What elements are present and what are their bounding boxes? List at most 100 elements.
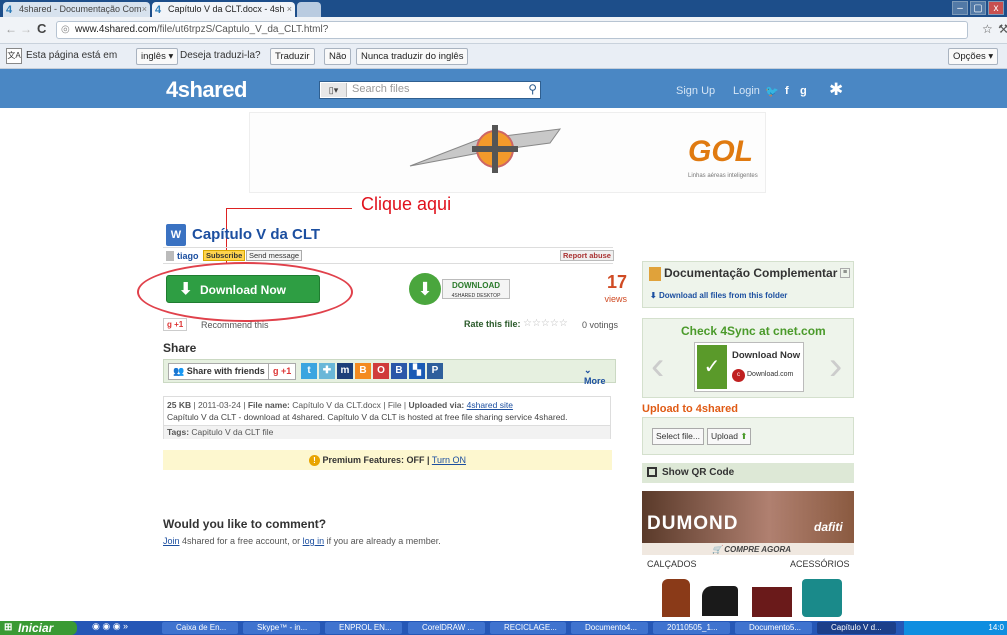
airplane-icon — [409, 125, 562, 173]
callout-text: Clique aqui — [361, 194, 452, 214]
bookmark-icon[interactable]: ✚ — [319, 363, 335, 379]
taskbar-item[interactable]: ENPROL EN... — [325, 622, 402, 634]
report-abuse-button[interactable]: Report abuse — [560, 250, 614, 261]
dafiti-logo: dafiti — [814, 520, 843, 534]
tags-label: Tags: — [167, 427, 190, 437]
orkut-icon[interactable]: O — [373, 363, 389, 379]
uploaded-via-link[interactable]: 4shared site — [467, 400, 513, 410]
language-select[interactable]: inglês ▾ — [136, 48, 179, 65]
language-value: inglês — [141, 51, 166, 62]
folder-title[interactable]: Documentação Complementar — [664, 266, 837, 280]
start-button[interactable]: ⊞ Iniciar — [0, 621, 77, 635]
folder-icon — [649, 267, 661, 281]
download-desktop-button[interactable]: ⬇ DOWNLOAD 4SHARED DESKTOP — [409, 273, 510, 307]
no-button[interactable]: Não — [324, 48, 352, 65]
premium-bar: ! Premium Features: OFF | Turn ON — [163, 450, 612, 470]
blogspot-icon[interactable]: B — [391, 363, 407, 379]
comment-prompt: Join 4shared for a free account, or log … — [163, 536, 441, 546]
file-type-dropdown[interactable]: ▯▾ — [321, 83, 347, 97]
taskbar-item[interactable]: Caixa de En... — [162, 622, 238, 634]
share-with-friends-button[interactable]: 👥 Share with friends — [168, 363, 270, 380]
google-plus-one-button[interactable]: g +1 — [163, 318, 188, 331]
gol-banner-ad[interactable]: GOL Linhas aéreas inteligentes — [249, 112, 766, 193]
download-com-label: Download.com — [747, 371, 794, 378]
login-link[interactable]: log in — [303, 536, 325, 546]
maximize-button[interactable]: ▢ — [970, 1, 986, 15]
folder-box: Documentação Complementar ≡ ⬇ Download a… — [642, 261, 854, 308]
translate-button[interactable]: Traduzir — [270, 48, 315, 65]
owner-link[interactable]: tiago — [177, 251, 199, 261]
turn-on-link[interactable]: Turn ON — [432, 455, 466, 465]
blogger-icon[interactable]: B — [355, 363, 371, 379]
handbag-image — [802, 579, 842, 617]
taskbar-item[interactable]: Documento4... — [571, 622, 648, 634]
forward-icon[interactable]: → — [20, 22, 32, 36]
select-file-button[interactable]: Select file... — [652, 428, 704, 445]
file-meta-row: 25 KB | 2011-03-24 | File name: Capítulo… — [167, 400, 513, 410]
tab-capitulo[interactable]: 4 Capítulo V da CLT.docx - 4sh × — [152, 2, 295, 17]
4sync-logo-icon: ✓ — [697, 345, 727, 389]
never-translate-button[interactable]: Nunca traduzir do inglês — [356, 48, 469, 65]
gear-icon[interactable]: ✱ — [829, 80, 843, 100]
4sync-title: Check 4Sync at cnet.com — [681, 324, 826, 338]
twitter-icon[interactable]: 🐦 — [765, 85, 779, 98]
options-label: Opções — [953, 51, 986, 62]
chevron-left-icon: ‹ — [651, 344, 665, 388]
tab-documentacao[interactable]: 4 4shared - Documentação Com × — [3, 2, 150, 17]
login-link[interactable]: Login — [733, 85, 760, 97]
plus-one-label: +1 — [174, 320, 184, 329]
upload-button[interactable]: Upload ⬆ — [707, 428, 752, 445]
rating-stars[interactable]: ☆☆☆☆☆ — [523, 318, 568, 329]
taskbar-item[interactable]: Documento5... — [735, 622, 812, 634]
pinterest-icon[interactable]: P — [427, 363, 443, 379]
4sync-download-button[interactable]: ✓ Download Now c Download.com — [694, 342, 804, 392]
search-input[interactable]: ▯▾ Search files ⚲ — [319, 81, 541, 99]
download-all-link[interactable]: ⬇ Download all files from this folder — [650, 291, 787, 300]
new-tab-button[interactable] — [297, 2, 321, 17]
taskbar-item[interactable]: 20110505_1... — [653, 622, 730, 634]
close-icon[interactable]: × — [287, 2, 292, 16]
taskbar-item[interactable]: RECICLAGE... — [490, 622, 566, 634]
taskbar-item[interactable]: Skype™ - in... — [243, 622, 320, 634]
signup-link[interactable]: Sign Up — [676, 85, 715, 97]
compre-agora: 🛒 COMPRE AGORA — [712, 545, 792, 554]
upload-box: Select file... Upload ⬆ — [642, 417, 854, 455]
collapse-icon[interactable]: ≡ — [840, 268, 850, 278]
send-message-button[interactable]: Send message — [246, 250, 303, 261]
star-icon[interactable]: ☆ — [982, 22, 993, 36]
more-share-link[interactable]: ⌄ More — [584, 365, 615, 386]
4shared-logo[interactable]: 4shared — [166, 77, 247, 103]
google-plus-share-button[interactable]: g +1 — [268, 363, 297, 380]
join-link[interactable]: Join — [163, 536, 180, 546]
reload-icon[interactable]: C — [37, 21, 46, 36]
globe-icon: ◎ — [61, 24, 70, 35]
taskbar-item-active[interactable]: Capítulo V d... — [817, 622, 896, 634]
share-bar: 👥 Share with friends g +1 t ✚ m B O B ▚ … — [163, 359, 616, 386]
back-icon[interactable]: ← — [5, 22, 17, 36]
share-plus-label: +1 — [281, 366, 292, 376]
myspace-icon[interactable]: m — [337, 363, 353, 379]
windows-logo-icon: ⊞ — [4, 622, 13, 633]
delicious-icon[interactable]: ▚ — [409, 363, 425, 379]
views-counter: 17 views — [585, 272, 627, 305]
dumond-ad[interactable]: DUMOND dafiti 🛒 COMPRE AGORA CALÇADOS AC… — [642, 491, 854, 617]
show-qr-code[interactable]: Show QR Code — [642, 463, 854, 483]
minimize-button[interactable]: – — [952, 1, 968, 15]
url-input[interactable]: ◎ www.4shared.com/file/ut6trpzS/Captulo_… — [56, 21, 968, 39]
subscribe-button[interactable]: Subscribe — [203, 250, 246, 261]
options-button[interactable]: Opções ▾ — [948, 48, 999, 65]
search-icon[interactable]: ⚲ — [528, 82, 537, 96]
google-icon[interactable]: g — [800, 85, 807, 97]
facebook-icon[interactable]: f — [785, 85, 789, 97]
taskbar-item[interactable]: CorelDRAW ... — [408, 622, 485, 634]
close-window-button[interactable]: x — [988, 1, 1004, 15]
recommend-text[interactable]: Recommend this — [201, 320, 269, 330]
file-name: Capítulo V da CLT.docx | File | — [292, 400, 407, 410]
quicklaunch-icons[interactable]: ◉ ◉ ◉ » — [92, 621, 128, 632]
wrench-icon[interactable]: ⚒ — [998, 22, 1007, 36]
twitter-icon[interactable]: t — [301, 363, 317, 379]
translate-prefix: Esta página está em — [26, 50, 118, 61]
4sync-ad[interactable]: Check 4Sync at cnet.com ‹ › ✓ Download N… — [642, 318, 854, 398]
close-icon[interactable]: × — [142, 2, 147, 16]
file-name-label: File name: — [247, 400, 290, 410]
